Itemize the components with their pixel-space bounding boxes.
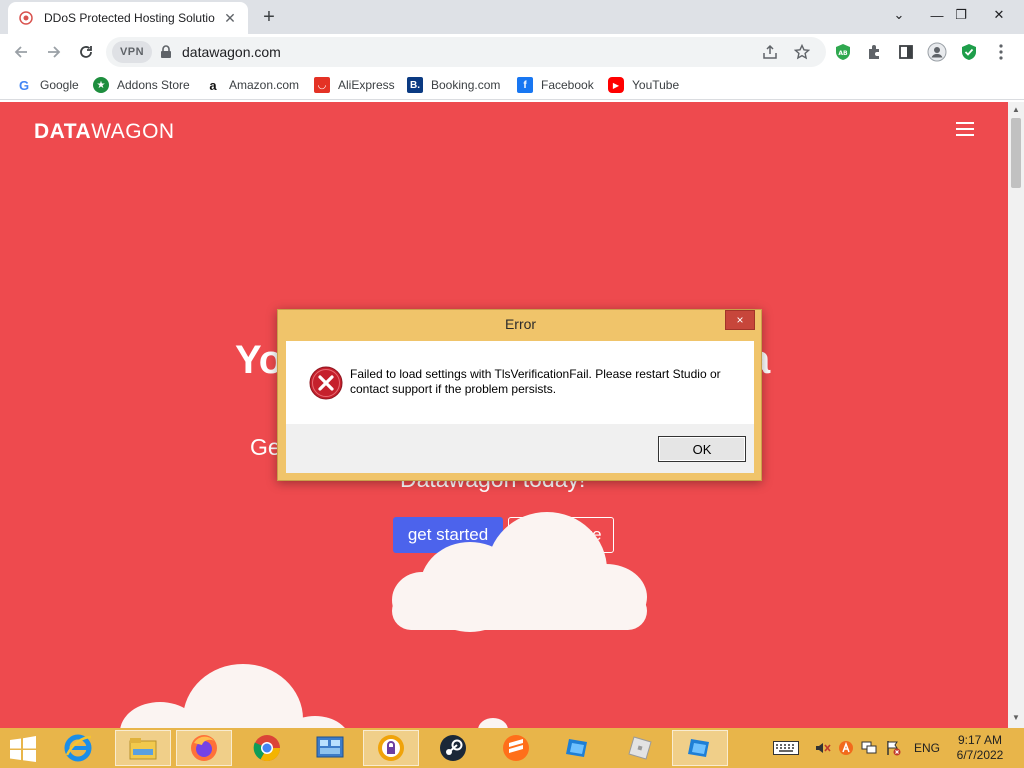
bookmark-star-icon[interactable]	[792, 42, 812, 62]
dialog-title: Error	[504, 316, 537, 332]
bookmark-label: AliExpress	[338, 78, 395, 92]
menu-kebab-icon[interactable]	[990, 41, 1012, 63]
clock-time: 9:17 AM	[957, 733, 1003, 747]
tab-strip: DDoS Protected Hosting Solutio ✕ + ⌄ — ❐…	[0, 0, 1024, 34]
bookmark-label: Addons Store	[117, 78, 190, 92]
tab-search-icon[interactable]: ⌄	[884, 4, 914, 26]
steam-icon[interactable]	[425, 730, 481, 766]
scroll-down-icon[interactable]: ▼	[1012, 714, 1020, 722]
addons-store-icon: ★	[93, 77, 109, 93]
hamburger-menu-icon[interactable]	[956, 122, 974, 136]
lock-icon[interactable]	[160, 45, 174, 59]
windows-start-icon[interactable]	[8, 736, 40, 762]
tab-title: DDoS Protected Hosting Solutio	[44, 11, 215, 25]
sublime-text-icon[interactable]	[488, 730, 544, 766]
adblock-extension-icon[interactable]: AB	[832, 41, 854, 63]
ok-button[interactable]: OK	[658, 436, 746, 462]
ddos-favicon-icon	[18, 10, 34, 26]
system-clock[interactable]: 9:17 AM 6/7/2022	[948, 733, 1012, 763]
bookmark-amazon[interactable]: a Amazon.com	[205, 76, 299, 94]
bookmark-booking[interactable]: B. Booking.com	[407, 76, 500, 94]
dialog-close-button[interactable]: ×	[725, 310, 755, 330]
taskbar: ENG 9:17 AM 6/7/2022	[0, 728, 1024, 768]
google-icon: G	[18, 77, 30, 93]
back-button[interactable]	[9, 40, 33, 64]
shield-extension-icon[interactable]	[958, 41, 980, 63]
facebook-icon: f	[517, 77, 533, 93]
booking-icon: B.	[407, 77, 423, 93]
vpn-badge[interactable]: VPN	[112, 41, 152, 63]
bookmark-google[interactable]: G Google	[16, 76, 79, 94]
chrome-icon[interactable]	[239, 730, 295, 766]
bookmark-label: YouTube	[632, 78, 680, 92]
bookmark-aliexpress[interactable]: ◡ AliExpress	[314, 76, 395, 94]
bookmark-label: Google	[40, 78, 79, 92]
bookmark-label: Facebook	[541, 78, 594, 92]
address-bar[interactable]: VPN datawagon.com	[106, 37, 826, 67]
action-center-flag-icon[interactable]	[884, 740, 902, 756]
network-icon[interactable]	[860, 740, 878, 756]
dialog-footer: OK	[286, 424, 754, 473]
page-scrollbar[interactable]: ▲ ▼	[1008, 102, 1024, 728]
bookmark-addons-store[interactable]: ★ Addons Store	[93, 76, 190, 94]
file-explorer-icon[interactable]	[115, 730, 171, 766]
roblox-studio-icon[interactable]	[550, 730, 606, 766]
internet-explorer-icon[interactable]	[50, 730, 106, 766]
error-dialog: Error × Failed to load settings with Tls…	[277, 309, 762, 481]
scroll-thumb[interactable]	[1011, 118, 1021, 188]
logo-light: WAGON	[91, 120, 175, 143]
extensions-puzzle-icon[interactable]	[863, 41, 885, 63]
control-panel-icon[interactable]	[302, 730, 358, 766]
new-tab-button[interactable]: +	[258, 6, 280, 28]
bookmark-youtube[interactable]: ▶ YouTube	[608, 76, 679, 94]
restore-button[interactable]: ❐	[946, 4, 976, 26]
svg-text:AB: AB	[838, 50, 848, 57]
scroll-up-icon[interactable]: ▲	[1012, 106, 1020, 114]
logo-bold: DATA	[34, 120, 92, 143]
bookmark-label: Booking.com	[431, 78, 501, 92]
keyboard-icon[interactable]	[772, 740, 800, 756]
url-text[interactable]: datawagon.com	[182, 44, 281, 60]
site-logo[interactable]: DATAWAGON	[34, 120, 175, 144]
clock-date: 6/7/2022	[956, 748, 1004, 762]
bookmarks-bar: G Google ★ Addons Store a Amazon.com ◡ A…	[0, 70, 1024, 100]
amazon-icon: a	[209, 77, 217, 93]
share-icon[interactable]	[760, 42, 780, 62]
error-icon	[309, 366, 343, 400]
tab-close-icon[interactable]: ✕	[222, 10, 238, 26]
profile-avatar-icon[interactable]	[926, 41, 948, 63]
reload-button[interactable]	[74, 40, 98, 64]
roblox-studio-active-icon[interactable]	[672, 730, 728, 766]
bookmark-label: Amazon.com	[229, 78, 300, 92]
roblox-icon[interactable]	[612, 730, 668, 766]
aliexpress-icon: ◡	[314, 77, 330, 93]
bookmark-facebook[interactable]: f Facebook	[517, 76, 594, 94]
forward-button[interactable]	[42, 40, 66, 64]
dialog-body: Failed to load settings with TlsVerifica…	[286, 341, 754, 473]
close-window-button[interactable]: ✕	[984, 4, 1014, 26]
browser-tab[interactable]: DDoS Protected Hosting Solutio ✕	[8, 2, 248, 34]
hero-title-start: Yo	[235, 338, 284, 382]
browser-toolbar: VPN datawagon.com AB	[0, 34, 1024, 70]
side-panel-icon[interactable]	[895, 41, 917, 63]
vpn-lock-app-icon[interactable]	[363, 730, 419, 766]
firefox-icon[interactable]	[176, 730, 232, 766]
dialog-message: Failed to load settings with TlsVerifica…	[350, 367, 721, 396]
youtube-icon: ▶	[608, 77, 624, 93]
volume-muted-icon[interactable]	[814, 740, 832, 756]
avast-tray-icon[interactable]	[837, 740, 855, 756]
language-indicator[interactable]: ENG	[914, 741, 940, 755]
